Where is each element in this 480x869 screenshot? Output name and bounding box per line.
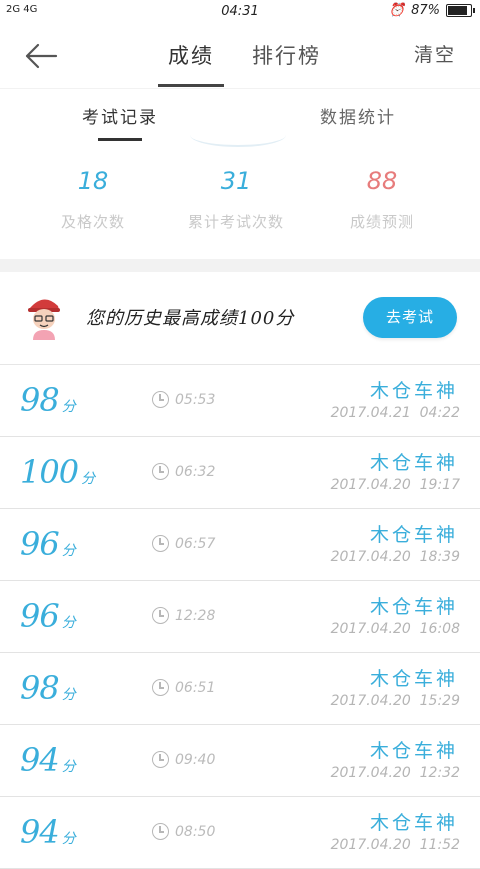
list-item[interactable]: 94 分 08:50 木仓车神 2017.04.20 11:52 [0,797,480,869]
stat-value: 18 [77,167,109,195]
back-arrow-icon [25,43,58,69]
clock-icon [152,463,169,480]
stat-label: 成绩预测 [349,213,414,231]
score-value: 98 [20,669,60,707]
stat-value: 31 [220,167,252,195]
score: 94 分 [20,813,76,851]
duration-value: 05:53 [175,391,216,408]
best-score-text: 您的历史最高成绩100分 [86,308,295,329]
clock-icon [152,679,169,696]
duration-value: 06:32 [175,463,216,480]
battery-icon [446,4,475,17]
record-date: 2017.04.20 12:32 [330,765,460,781]
alarm-icon: ⏰ [388,3,406,18]
clock-icon [152,823,169,840]
tab-indicator [158,84,224,87]
tab-data-stats[interactable]: 数据统计 [320,103,396,128]
tab-scores[interactable]: 成绩 [168,40,214,70]
decorative-arc [190,123,286,147]
clock-icon [152,751,169,768]
take-exam-button[interactable]: 去考试 [363,297,457,338]
duration: 06:32 [152,463,215,480]
exam-records-list: 98 分 05:53 木仓车神 2017.04.21 04:22 100 分 06:… [0,365,480,869]
score-unit: 分 [61,687,76,703]
stat-total-exams: 31 累计考试次数 [176,167,296,232]
score-unit: 分 [61,399,76,415]
battery-percent: 87% [411,3,440,18]
avatar-icon [28,299,60,340]
record-title: 木仓车神 [369,596,458,618]
stat-score-prediction: 88 成绩预测 [322,167,442,232]
record-title: 木仓车神 [369,812,458,834]
tab-exam-records[interactable]: 考试记录 [82,103,158,128]
score: 98 分 [20,381,76,419]
record-date: 2017.04.20 11:52 [330,837,460,853]
score: 96 分 [20,597,76,635]
record-title: 木仓车神 [369,380,458,402]
score-value: 96 [20,525,60,563]
clock-icon [152,535,169,552]
record-date: 2017.04.21 04:22 [330,405,460,421]
score: 100 分 [20,453,95,491]
clock-icon [152,391,169,408]
record-date: 2017.04.20 19:17 [330,477,460,493]
score-unit: 分 [61,831,76,847]
record-date: 2017.04.20 16:08 [330,621,460,637]
record-title: 木仓车神 [369,740,458,762]
stat-label: 累计考试次数 [187,213,284,231]
clear-button[interactable]: 清空 [414,40,456,67]
top-navigation: 成绩 排行榜 清空 [0,24,480,88]
duration: 06:57 [152,535,215,552]
duration: 05:53 [152,391,215,408]
duration: 09:40 [152,751,215,768]
stat-label: 及格次数 [60,213,125,231]
duration: 08:50 [152,823,215,840]
list-item[interactable]: 100 分 06:32 木仓车神 2017.04.20 19:17 [0,437,480,509]
stats-panel: 18 及格次数 31 累计考试次数 88 成绩预测 [0,141,480,259]
list-item[interactable]: 96 分 12:28 木仓车神 2017.04.20 16:08 [0,581,480,653]
stat-pass-count: 18 及格次数 [33,167,153,232]
duration-value: 08:50 [175,823,216,840]
duration: 06:51 [152,679,215,696]
score-value: 96 [20,597,60,635]
list-item[interactable]: 94 分 09:40 木仓车神 2017.04.20 12:32 [0,725,480,797]
status-right: ⏰ 87% [388,3,475,18]
stat-value: 88 [366,167,398,195]
duration-value: 06:51 [175,679,216,696]
score-value: 94 [20,741,60,779]
score-unit: 分 [61,759,76,775]
list-item[interactable]: 96 分 06:57 木仓车神 2017.04.20 18:39 [0,509,480,581]
best-score-banner: 您的历史最高成绩100分 去考试 [0,272,480,365]
score: 94 分 [20,741,76,779]
duration: 12:28 [152,607,215,624]
score-value: 98 [20,381,60,419]
score-value: 94 [20,813,60,851]
duration-value: 06:57 [175,535,216,552]
score-unit: 分 [81,471,95,487]
score: 96 分 [20,525,76,563]
record-date: 2017.04.20 15:29 [330,693,460,709]
record-title: 木仓车神 [369,524,458,546]
duration-value: 09:40 [175,751,216,768]
record-title: 木仓车神 [369,668,458,690]
clock-icon [152,607,169,624]
score-unit: 分 [61,615,76,631]
list-item[interactable]: 98 分 06:51 木仓车神 2017.04.20 15:29 [0,653,480,725]
score: 98 分 [20,669,76,707]
back-button[interactable] [24,42,58,70]
score-value: 100 [20,453,79,491]
status-bar: 2G 4G 04:31 ⏰ 87% [0,0,480,24]
record-date: 2017.04.20 18:39 [330,549,460,565]
tab-leaderboard[interactable]: 排行榜 [252,40,321,70]
duration-value: 12:28 [175,607,216,624]
record-title: 木仓车神 [369,452,458,474]
score-unit: 分 [61,543,76,559]
list-item[interactable]: 98 分 05:53 木仓车神 2017.04.21 04:22 [0,365,480,437]
